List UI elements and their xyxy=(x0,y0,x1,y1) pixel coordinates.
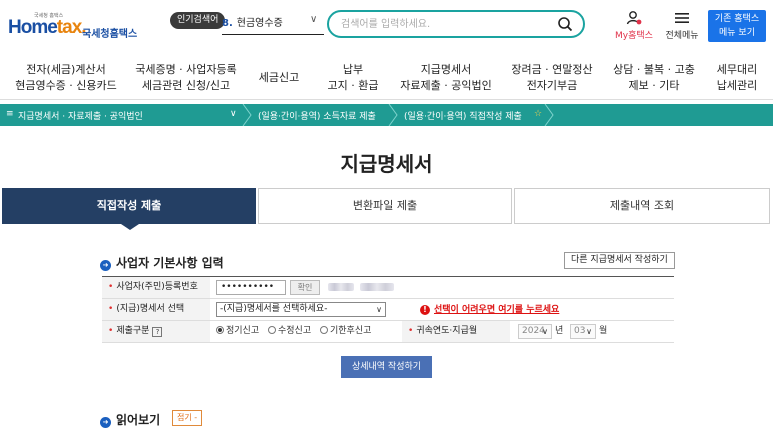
label-submit-type: • 제출구분? xyxy=(102,321,210,342)
my-hometax-label: My홈택스 xyxy=(615,31,653,41)
collapse-button[interactable]: 접기 - xyxy=(172,410,203,426)
nav-item-tax-agent[interactable]: 세무대리 납세관리 xyxy=(708,62,766,94)
breadcrumb-item-1[interactable]: 지급명세서 · 자료제출 · 공익법인 xyxy=(18,109,143,122)
write-detail-button[interactable]: 상세내역 작성하기 xyxy=(341,356,432,378)
old-menu-button[interactable]: 기존 홈택스 메뉴 보기 xyxy=(708,10,766,42)
help-link[interactable]: ! 선택이 어려우면 여기를 누르세요 xyxy=(420,302,559,315)
other-statement-button[interactable]: 다른 지급명세서 작성하기 xyxy=(564,252,675,269)
nav-item-payment[interactable]: 납부 고지 · 환급 xyxy=(318,62,388,94)
chevron-down-icon: ∨ xyxy=(542,327,548,336)
main-nav: 전자(세금)계산서 현금영수증 · 신용카드 국세증명 · 사업자등록 세금관련 신… xyxy=(0,56,773,100)
breadcrumb-item-2[interactable]: (일용·간이·용역) 소득자료 제출 xyxy=(258,109,376,122)
hometax-logo[interactable]: 국세청 홈택스 Hometax. 국세청홈택스 xyxy=(8,12,138,42)
breadcrumb-separator xyxy=(388,104,398,126)
redacted-text xyxy=(360,283,394,291)
radio-regular[interactable]: 정기신고 xyxy=(216,326,265,336)
logo-text: 국세청홈택스 xyxy=(82,29,138,40)
user-icon xyxy=(626,11,642,25)
confirm-button[interactable]: 확인 xyxy=(290,280,320,295)
search-box xyxy=(327,10,585,38)
search-icon[interactable] xyxy=(557,16,573,32)
all-menu-label: 전체메뉴 xyxy=(665,31,699,41)
search-input[interactable] xyxy=(341,16,551,32)
menu-icon[interactable]: ≡ xyxy=(6,109,14,119)
month-select[interactable]: 03 ∨ xyxy=(570,324,596,339)
breadcrumb-separator xyxy=(544,104,554,126)
section-title-business: ➜ 사업자 기본사항 입력 xyxy=(100,254,224,271)
form-row-statement-type: • (지급)명세서 선택 -(지급)명세서를 선택하세요- ∨ ! 선택이 어려우면 … xyxy=(102,299,674,321)
nav-item-certificates[interactable]: 국세증명 · 사업자등록 세금관련 신청/신고 xyxy=(132,62,240,94)
nav-item-consult[interactable]: 상담 · 불복 · 고충 제보 · 기타 xyxy=(608,62,700,94)
chevron-right-icon: ➜ xyxy=(100,260,111,271)
label-statement-type: • (지급)명세서 선택 xyxy=(102,299,210,320)
old-menu-line2: 메뉴 보기 xyxy=(719,28,755,38)
tab-history[interactable]: 제출내역 조회 xyxy=(514,188,770,224)
section-title-read: ➜ 읽어보기 xyxy=(100,411,160,428)
divider xyxy=(222,34,324,35)
form-row-submit-type: • 제출구분? 정기신고 수정신고 기한후신고 • 귀속연도·지급월 2024 ∨ 년… xyxy=(102,321,674,343)
logo-wordmark: Hometax. xyxy=(8,17,87,38)
page-title: 지급명세서 xyxy=(340,152,433,176)
month-unit: 월 xyxy=(599,326,608,336)
radio-late[interactable]: 기한후신고 xyxy=(320,326,377,336)
year-select[interactable]: 2024 ∨ xyxy=(518,324,552,339)
popular-search-badge: 인기검색어 xyxy=(170,12,226,29)
my-hometax-button[interactable]: My홈택스 xyxy=(612,8,656,44)
chevron-down-icon: ∨ xyxy=(376,305,382,314)
nav-item-statements[interactable]: 지급명세서 자료제출 · 공익법인 xyxy=(398,62,494,94)
tab-direct-submit[interactable]: 직접작성 제출 xyxy=(2,188,256,224)
label-year-month: • 귀속연도·지급월 xyxy=(402,321,510,342)
radio-amend[interactable]: 수정신고 xyxy=(268,326,317,336)
nav-item-year-end[interactable]: 장려금 · 연말정산 전자기부금 xyxy=(504,62,600,94)
top-header: 국세청 홈택스 Hometax. 국세청홈택스 인기검색어 8. 현금영수증 ∨ … xyxy=(0,0,773,52)
bizno-input[interactable]: •••••••••• xyxy=(216,280,286,295)
chevron-down-icon: ∨ xyxy=(586,327,592,336)
chevron-down-icon[interactable]: ∨ xyxy=(310,14,317,25)
chevron-right-icon: ➜ xyxy=(100,417,111,428)
business-info-form: • 사업자(주민)등록번호 •••••••••• 확인 • (지급)명세서 선택 -… xyxy=(102,276,674,343)
redacted-text xyxy=(328,283,354,291)
popular-search-term[interactable]: 8. 현금영수증 xyxy=(222,14,283,29)
tab-file-submit[interactable]: 변환파일 제출 xyxy=(258,188,512,224)
help-icon[interactable]: ? xyxy=(152,327,163,337)
statement-type-select[interactable]: -(지급)명세서를 선택하세요- ∨ xyxy=(216,302,386,317)
old-menu-line1: 기존 홈택스 xyxy=(714,14,760,24)
nav-item-tax-report[interactable]: 세금신고 xyxy=(248,70,310,86)
all-menu-button[interactable]: 전체메뉴 xyxy=(662,8,702,44)
warning-icon: ! xyxy=(420,305,430,315)
breadcrumb: ≡ 지급명세서 · 자료제출 · 공익법인 ∨ (일용·간이·용역) 소득자료 … xyxy=(0,104,773,126)
hamburger-icon xyxy=(675,13,689,23)
label-bizno: • 사업자(주민)등록번호 xyxy=(102,277,210,298)
active-tab-pointer xyxy=(121,224,139,230)
star-icon[interactable]: ☆ xyxy=(534,109,542,119)
submit-type-radios: 정기신고 수정신고 기한후신고 xyxy=(216,321,377,342)
chevron-down-icon[interactable]: ∨ xyxy=(230,109,237,119)
year-unit: 년 xyxy=(555,326,564,336)
breadcrumb-item-3[interactable]: (일용·간이·용역) 직접작성 제출 xyxy=(404,109,522,122)
breadcrumb-separator xyxy=(242,104,252,126)
nav-item-e-invoice[interactable]: 전자(세금)계산서 현금영수증 · 신용카드 xyxy=(10,62,122,94)
form-row-bizno: • 사업자(주민)등록번호 •••••••••• 확인 xyxy=(102,277,674,299)
